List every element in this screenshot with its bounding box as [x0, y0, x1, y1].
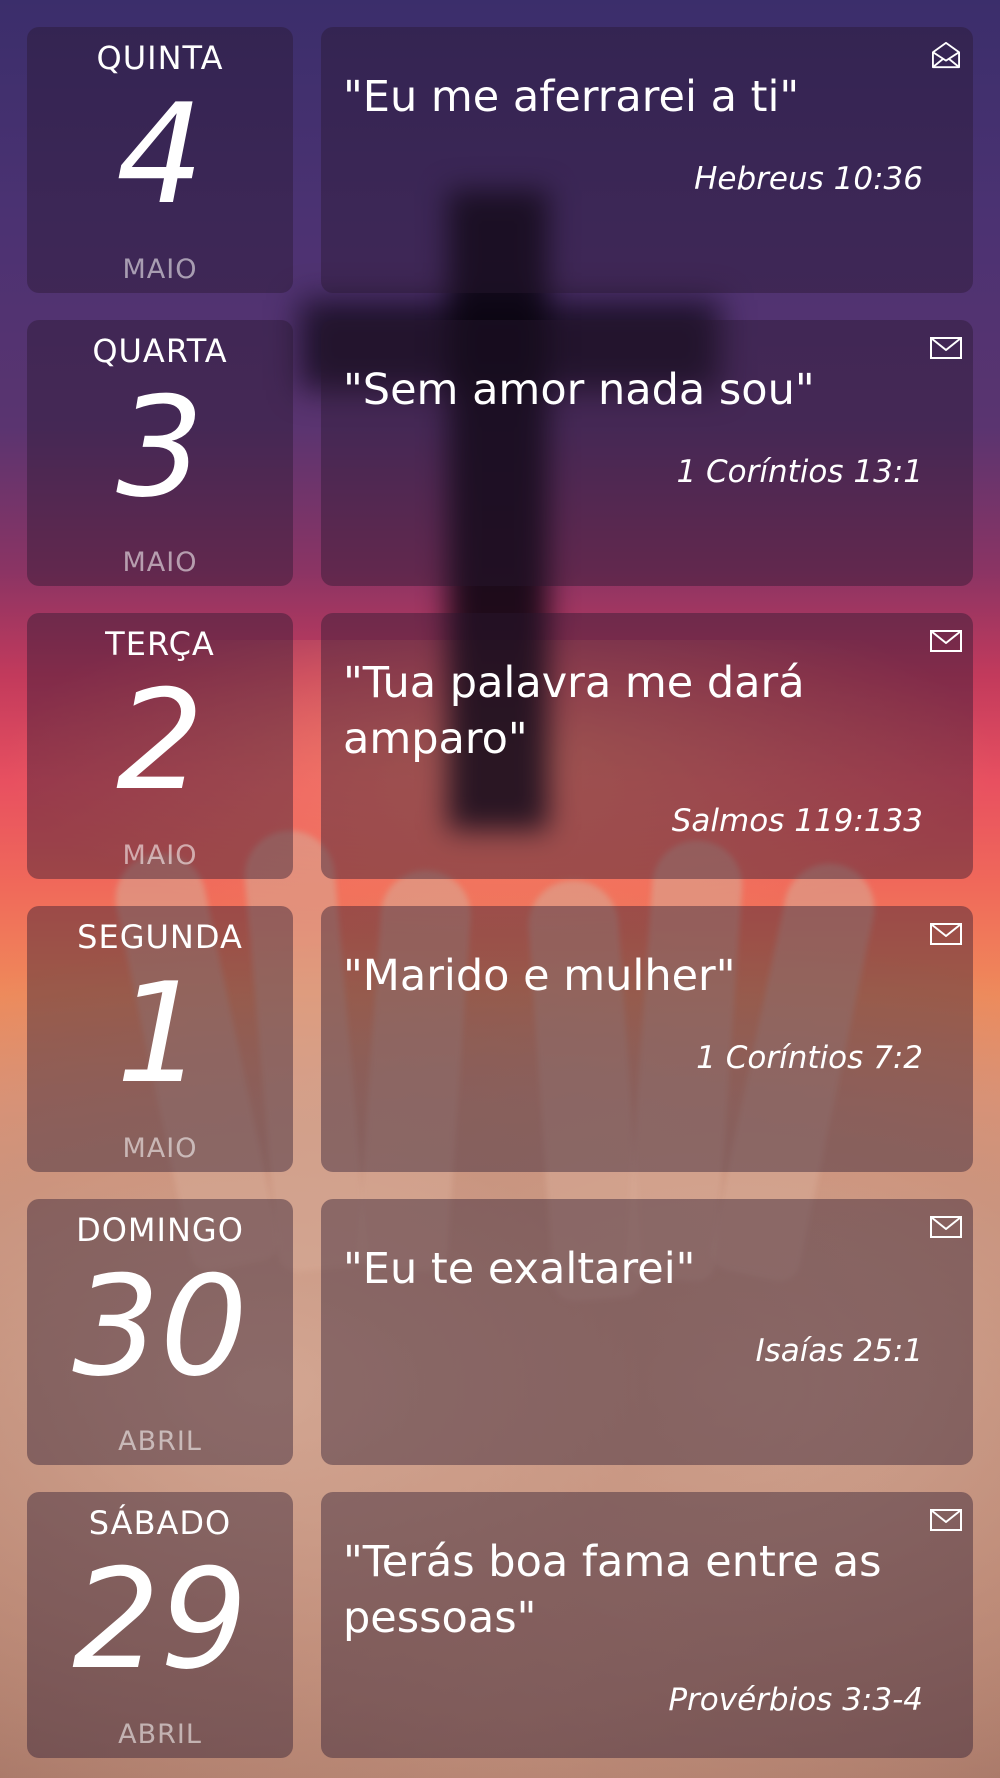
day-number: 30: [72, 1246, 248, 1407]
day-number: 29: [72, 1539, 248, 1700]
verse-row[interactable]: SEGUNDA 1 MAIO "Marido e mulher" 1 Corín…: [27, 906, 973, 1172]
verse-row[interactable]: TERÇA 2 MAIO "Tua palavra me dará amparo…: [27, 613, 973, 879]
verse-reference: Hebreus 10:36: [694, 161, 923, 197]
month-label: MAIO: [122, 547, 198, 578]
month-label: MAIO: [122, 254, 198, 285]
month-label: ABRIL: [118, 1426, 202, 1457]
verse-title: "Tua palavra me dará amparo": [343, 658, 805, 764]
month-label: ABRIL: [118, 1719, 202, 1750]
day-number: 3: [116, 367, 204, 528]
verse-card[interactable]: "Marido e mulher" 1 Coríntios 7:2: [321, 906, 973, 1172]
date-card[interactable]: QUINTA 4 MAIO: [27, 27, 293, 293]
verse-card[interactable]: "Sem amor nada sou" 1 Coríntios 13:1: [321, 320, 973, 586]
date-card[interactable]: QUARTA 3 MAIO: [27, 320, 293, 586]
verse-card[interactable]: "Tua palavra me dará amparo" Salmos 119:…: [321, 613, 973, 879]
weekday-label: DOMINGO: [76, 1211, 244, 1249]
date-card[interactable]: SEGUNDA 1 MAIO: [27, 906, 293, 1172]
verse-title: "Terás boa fama entre as pessoas": [343, 1537, 882, 1643]
verse-reference: Salmos 119:133: [671, 803, 923, 839]
verse-row[interactable]: QUINTA 4 MAIO "Eu me aferrarei a ti" Heb…: [27, 27, 973, 293]
verse-row[interactable]: SÁBADO 29 ABRIL "Terás boa fama entre as…: [27, 1492, 973, 1758]
verse-card[interactable]: "Eu te exaltarei" Isaías 25:1: [321, 1199, 973, 1465]
month-label: MAIO: [122, 1133, 198, 1164]
verse-card[interactable]: "Terás boa fama entre as pessoas" Provér…: [321, 1492, 973, 1758]
weekday-label: QUARTA: [92, 332, 228, 370]
verse-reference: 1 Coríntios 7:2: [696, 1040, 923, 1076]
verse-row[interactable]: QUARTA 3 MAIO "Sem amor nada sou" 1 Corí…: [27, 320, 973, 586]
verse-reference: Provérbios 3:3-4: [668, 1682, 923, 1718]
verse-title: "Eu me aferrarei a ti": [343, 72, 800, 122]
weekday-label: SÁBADO: [88, 1504, 232, 1542]
verse-title: "Marido e mulher": [343, 951, 736, 1001]
month-label: MAIO: [122, 840, 198, 871]
day-number: 4: [116, 74, 204, 235]
verse-title: "Eu te exaltarei": [343, 1244, 696, 1294]
date-card[interactable]: SÁBADO 29 ABRIL: [27, 1492, 293, 1758]
envelope-icon: [930, 1216, 962, 1238]
envelope-icon: [930, 1509, 962, 1531]
day-number: 2: [116, 660, 204, 821]
date-card[interactable]: TERÇA 2 MAIO: [27, 613, 293, 879]
date-card[interactable]: DOMINGO 30 ABRIL: [27, 1199, 293, 1465]
verse-reference: 1 Coríntios 13:1: [676, 454, 923, 490]
verse-row[interactable]: DOMINGO 30 ABRIL "Eu te exaltarei" Isaía…: [27, 1199, 973, 1465]
open-envelope-icon: [932, 41, 960, 69]
weekday-label: SEGUNDA: [77, 918, 243, 956]
verse-card[interactable]: "Eu me aferrarei a ti" Hebreus 10:36: [321, 27, 973, 293]
day-number: 1: [116, 953, 204, 1114]
envelope-icon: [930, 337, 962, 359]
weekday-label: QUINTA: [96, 39, 224, 77]
weekday-label: TERÇA: [105, 625, 215, 663]
verse-title: "Sem amor nada sou": [343, 365, 815, 415]
envelope-icon: [930, 630, 962, 652]
app-screen: QUINTA 4 MAIO "Eu me aferrarei a ti" Heb…: [0, 0, 1000, 1778]
envelope-icon: [930, 923, 962, 945]
verse-reference: Isaías 25:1: [755, 1333, 923, 1369]
